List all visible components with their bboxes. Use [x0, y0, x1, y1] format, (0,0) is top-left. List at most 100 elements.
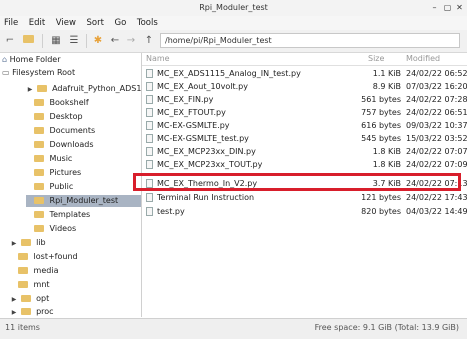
folder-icon	[34, 113, 44, 120]
sidebar-item-label: Bookshelf	[49, 98, 89, 107]
list-view-icon[interactable]: ☰	[68, 34, 80, 48]
expand-arrow-icon[interactable]: ▶	[26, 84, 34, 96]
sidebar-item-home-folder[interactable]: ⌂ Home Folder	[2, 54, 61, 66]
menu-view[interactable]: View	[56, 16, 76, 30]
back-arrow-icon[interactable]: ←	[108, 34, 122, 48]
file-row[interactable]: Terminal Run Instruction 121 bytes 24/02…	[142, 191, 467, 204]
sidebar-item-desktop[interactable]: Desktop	[34, 111, 83, 123]
menu-file[interactable]: File	[4, 16, 18, 30]
file-icon	[146, 207, 153, 216]
sidebar-item-videos[interactable]: Videos	[34, 223, 76, 235]
file-name: MC_EX_MCP23xx_TOUT.py	[157, 160, 263, 169]
sidebar-item-label: Documents	[49, 126, 96, 135]
up-arrow-icon[interactable]: ↑	[142, 34, 156, 48]
file-name: MC_EX_FTOUT.py	[157, 108, 226, 117]
menu-go[interactable]: Go	[115, 16, 127, 30]
sidebar-item-label: media	[33, 266, 59, 275]
file-row[interactable]: MC-EX-GSMLTE_test.py 545 bytes 15/03/22 …	[142, 132, 467, 145]
new-window-icon[interactable]: ⌐	[4, 34, 16, 48]
file-row[interactable]: MC_EX_FTOUT.py 757 bytes 24/02/22 06:51	[142, 106, 467, 119]
file-row[interactable]: MC-EX-GSMLTE.py 616 bytes 09/03/22 10:37	[142, 119, 467, 132]
file-name: test.py	[157, 207, 185, 216]
file-name: MC-EX-GSMLTE_test.py	[157, 134, 249, 143]
highlight-box	[133, 173, 461, 191]
file-row[interactable]: MC_EX_MCP23xx_DIN.py 1.8 KiB 24/02/22 07…	[142, 145, 467, 158]
sidebar-item-music[interactable]: Music	[34, 153, 72, 165]
sidebar-item-bookshelf[interactable]: Bookshelf	[34, 97, 89, 109]
sidebar-item-label: lib	[36, 238, 46, 247]
sidebar-item-label: proc	[36, 307, 54, 316]
file-list-header: Name Size Modified	[142, 53, 467, 66]
folder-icon	[34, 141, 44, 148]
file-size: 121 bytes	[361, 193, 401, 202]
folder-icon	[20, 295, 31, 302]
menu-sort[interactable]: Sort	[87, 16, 104, 30]
sidebar-item-media[interactable]: media	[18, 265, 58, 277]
minimize-icon[interactable]: –	[430, 3, 439, 12]
maximize-icon[interactable]: ▢	[443, 3, 452, 12]
icon-view-icon[interactable]: ▦	[50, 34, 62, 48]
expand-arrow-icon[interactable]: ▶	[10, 294, 18, 306]
file-size: 757 bytes	[361, 108, 401, 117]
folder-icon	[34, 197, 44, 204]
column-header-modified[interactable]: Modified	[406, 53, 440, 65]
file-row[interactable]: MC_EX_ADS1115_Analog_IN_test.py 1.1 KiB …	[142, 67, 467, 80]
file-icon	[146, 82, 153, 91]
folder-icon	[18, 281, 28, 288]
sidebar-item-adafruit[interactable]: ▶ Adafruit_Python_ADS1x15	[26, 83, 141, 96]
file-row[interactable]: test.py 820 bytes 04/03/22 14:49	[142, 205, 467, 218]
file-name: MC-EX-GSMLTE.py	[157, 121, 230, 130]
sidebar-item-mnt[interactable]: mnt	[18, 279, 50, 291]
sidebar-item-label: Home Folder	[9, 55, 61, 64]
sidebar-item-rpi-moduler-test[interactable]: Rpi_Moduler_test	[26, 195, 141, 207]
file-icon	[146, 160, 153, 169]
file-modified: 24/02/22 06:52	[406, 69, 467, 78]
forward-arrow-icon[interactable]: →	[124, 34, 138, 48]
sidebar-item-label: Videos	[49, 224, 77, 233]
column-header-size[interactable]: Size	[368, 53, 384, 65]
sidebar-item-lost-found[interactable]: lost+found	[18, 251, 78, 263]
file-icon	[146, 134, 153, 143]
new-folder-icon[interactable]	[22, 34, 34, 48]
sidebar-item-public[interactable]: Public	[34, 181, 73, 193]
file-modified: 24/02/22 07:09	[406, 160, 467, 169]
sidebar-item-opt[interactable]: ▶ opt	[10, 293, 50, 306]
file-row[interactable]: MC_EX_FIN.py 561 bytes 24/02/22 07:28	[142, 93, 467, 106]
sidebar-tree: ⌂ Home Folder ▭ Filesystem Root ▶ Adafru…	[0, 53, 142, 317]
sidebar-item-label: Filesystem Root	[12, 68, 76, 77]
menu-tools[interactable]: Tools	[137, 16, 158, 30]
sidebar-item-downloads[interactable]: Downloads	[34, 139, 93, 151]
sidebar-item-label: Templates	[49, 210, 91, 219]
menu-bar: File Edit View Sort Go Tools	[0, 16, 467, 30]
sidebar-item-pictures[interactable]: Pictures	[34, 167, 81, 179]
path-bar[interactable]: /home/pi/Rpi_Moduler_test	[160, 33, 460, 48]
column-header-name[interactable]: Name	[146, 53, 170, 65]
file-name: MC_EX_ADS1115_Analog_IN_test.py	[157, 69, 301, 78]
file-row[interactable]: MC_EX_MCP23xx_TOUT.py 1.8 KiB 24/02/22 0…	[142, 158, 467, 171]
toolbar: ⌐ ▦ ☰ ✱ ← → ↑ /home/pi/Rpi_Moduler_test	[0, 30, 467, 53]
file-row[interactable]: MC_EX_Aout_10volt.py 8.9 KiB 07/03/22 16…	[142, 80, 467, 93]
file-modified: 24/02/22 07:28	[406, 95, 467, 104]
sidebar-item-proc[interactable]: ▶ proc	[10, 306, 54, 317]
folder-icon	[34, 155, 44, 162]
home-icon: ⌂	[2, 55, 8, 64]
toolbar-divider	[86, 34, 87, 48]
file-size: 820 bytes	[361, 207, 401, 216]
folder-icon	[34, 169, 44, 176]
file-modified: 15/03/22 03:52	[406, 134, 467, 143]
sidebar-item-lib[interactable]: ▶ lib	[10, 237, 46, 249]
sidebar-item-templates[interactable]: Templates	[34, 209, 90, 221]
menu-edit[interactable]: Edit	[29, 16, 45, 30]
file-size: 1.8 KiB	[372, 147, 401, 156]
expand-arrow-icon[interactable]: ▶	[10, 238, 18, 250]
file-icon	[146, 147, 153, 156]
close-icon[interactable]: ✕	[455, 3, 464, 12]
bookmark-icon[interactable]: ✱	[92, 34, 104, 48]
folder-icon	[18, 253, 28, 260]
folder-icon	[34, 225, 44, 232]
sidebar-item-filesystem-root[interactable]: ▭ Filesystem Root	[2, 67, 75, 79]
file-name: MC_EX_Aout_10volt.py	[157, 82, 248, 91]
file-modified: 24/02/22 07:07	[406, 147, 467, 156]
expand-arrow-icon[interactable]: ▶	[10, 307, 18, 317]
sidebar-item-documents[interactable]: Documents	[34, 125, 95, 137]
